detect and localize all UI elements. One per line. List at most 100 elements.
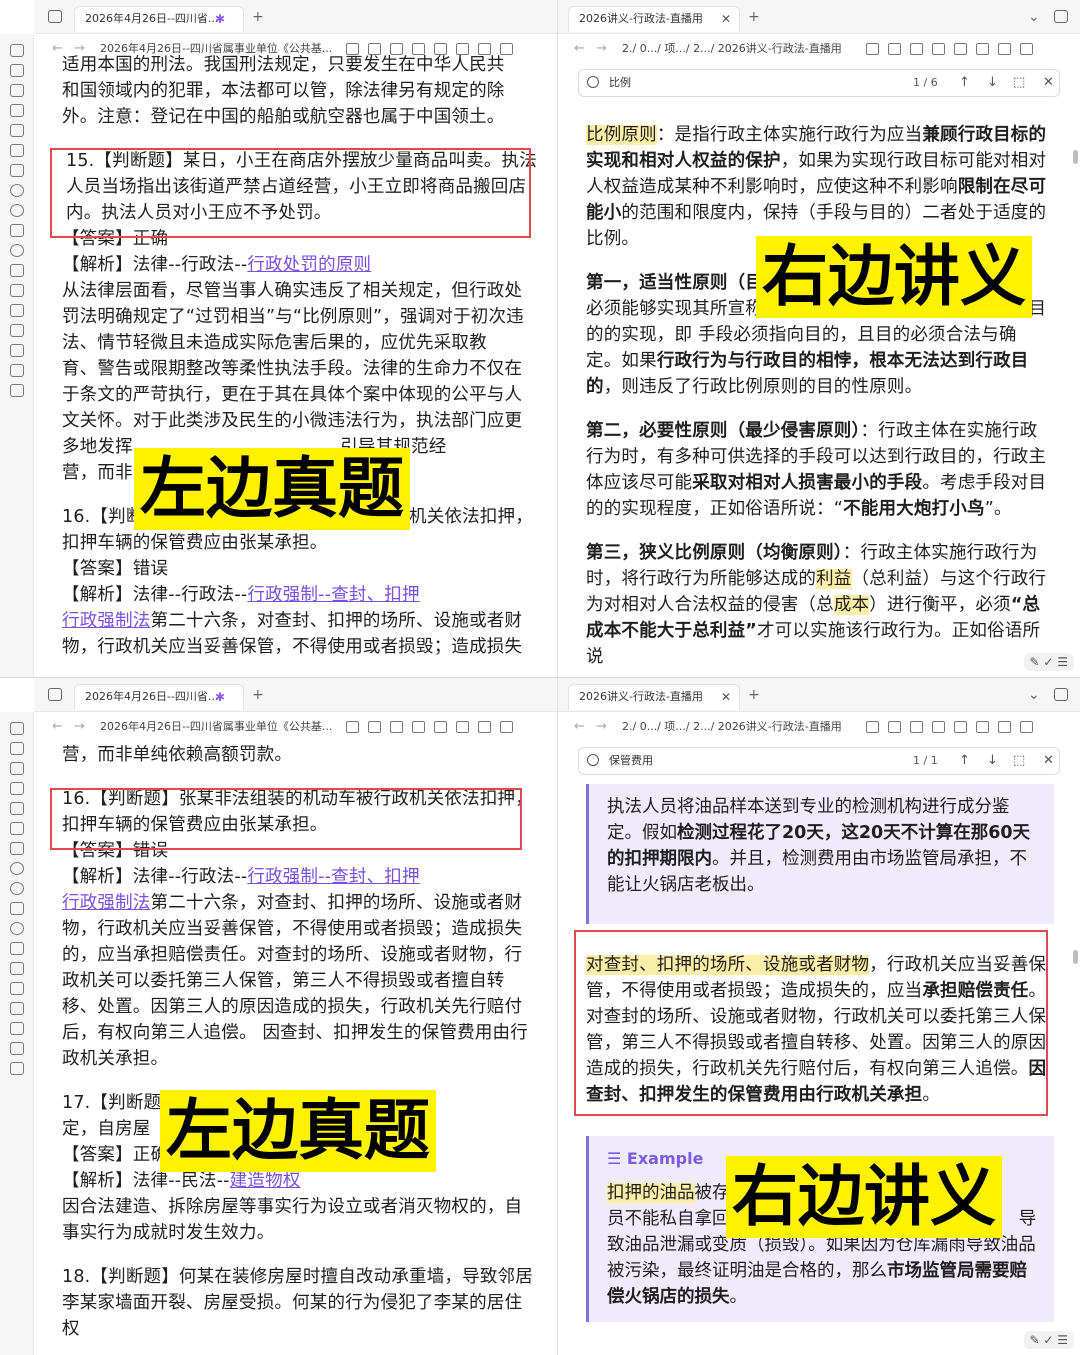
- trash-icon[interactable]: [976, 721, 989, 733]
- screen-icon[interactable]: [390, 721, 403, 733]
- brush-icon[interactable]: [412, 721, 425, 733]
- chevron-down-icon[interactable]: ⌄: [1028, 0, 1040, 34]
- search-input[interactable]: 保管费用: [609, 748, 653, 774]
- search-icon[interactable]: [954, 721, 967, 733]
- copy-icon[interactable]: [9, 144, 24, 157]
- layout-icon[interactable]: [9, 104, 24, 117]
- select-all-icon[interactable]: ⬚: [1013, 748, 1025, 774]
- mute-icon[interactable]: [866, 43, 879, 55]
- prev-match-icon[interactable]: ↑: [959, 748, 970, 774]
- tab-right-doc[interactable]: 2026讲义-行政法-直播用 ✕: [568, 6, 740, 32]
- select-all-icon[interactable]: ⬚: [1013, 70, 1025, 96]
- sidebar-right-icon[interactable]: [1054, 10, 1068, 23]
- map-icon[interactable]: [9, 284, 24, 297]
- tab-left-doc[interactable]: 2026年4月26日--四川省... ✱: [74, 6, 244, 32]
- close-tab-icon[interactable]: ✕: [721, 7, 731, 31]
- file-icon[interactable]: [9, 762, 24, 775]
- columns-icon[interactable]: [478, 721, 491, 733]
- pin-icon[interactable]: ✱: [215, 685, 225, 709]
- chevron-down-icon[interactable]: ⌄: [1028, 678, 1040, 712]
- close-tab-icon[interactable]: ✕: [721, 685, 731, 709]
- robot-icon[interactable]: [9, 1042, 24, 1055]
- robot-icon[interactable]: [9, 364, 24, 377]
- calendar-icon[interactable]: [9, 802, 24, 815]
- sidebar-toggle-icon[interactable]: [48, 688, 62, 701]
- columns-icon[interactable]: [998, 721, 1011, 733]
- analysis-link[interactable]: 建造物权: [230, 1171, 301, 1191]
- back-icon[interactable]: ←: [574, 34, 585, 64]
- back-icon[interactable]: ←: [574, 712, 585, 742]
- pin-icon[interactable]: ✱: [215, 7, 225, 31]
- prev-match-icon[interactable]: ↑: [959, 70, 970, 96]
- terminal-icon[interactable]: [9, 842, 24, 855]
- bot-icon[interactable]: [9, 384, 24, 397]
- edit-status-icons[interactable]: ✎ ✓ ☰: [1023, 653, 1074, 671]
- graph-icon[interactable]: [9, 722, 24, 735]
- edit-status-icons[interactable]: ✎ ✓ ☰: [1023, 1331, 1074, 1349]
- new-tab-icon[interactable]: +: [748, 678, 760, 712]
- breadcrumb[interactable]: 2./ 0.../ 项.../ 2.../ 2026讲义-行政法-直播用: [622, 712, 858, 742]
- grid-icon[interactable]: [9, 742, 24, 755]
- smile-icon[interactable]: [9, 184, 24, 197]
- forward-icon[interactable]: →: [596, 712, 607, 742]
- new-tab-icon[interactable]: +: [252, 0, 264, 34]
- search-icon[interactable]: [434, 721, 447, 733]
- new-tab-icon[interactable]: +: [748, 0, 760, 34]
- bot-icon[interactable]: [9, 1062, 24, 1075]
- analysis-link[interactable]: 行政强制--查封、扣押: [247, 867, 419, 887]
- sidebar-right-icon[interactable]: [1054, 688, 1068, 701]
- law-link[interactable]: 行政强制法: [62, 611, 151, 631]
- smile-icon[interactable]: [9, 862, 24, 875]
- forward-icon[interactable]: →: [74, 712, 85, 742]
- tab-right-doc[interactable]: 2026讲义-行政法-直播用 ✕: [568, 684, 740, 710]
- tab-left-doc[interactable]: 2026年4月26日--四川省... ✱: [74, 684, 244, 710]
- tree-icon[interactable]: [9, 982, 24, 995]
- screen-icon[interactable]: [910, 721, 923, 733]
- analysis-link[interactable]: 行政强制--查封、扣押: [247, 585, 419, 605]
- calendar-icon[interactable]: [9, 124, 24, 137]
- map-icon[interactable]: [9, 962, 24, 975]
- file-icon[interactable]: [9, 84, 24, 97]
- save-icon[interactable]: [888, 721, 901, 733]
- circle-icon[interactable]: [9, 204, 24, 217]
- image2-icon[interactable]: [9, 344, 24, 357]
- settings-icon[interactable]: [9, 324, 24, 337]
- grid-icon[interactable]: [9, 64, 24, 77]
- columns-icon[interactable]: [998, 43, 1011, 55]
- image-icon[interactable]: [9, 224, 24, 237]
- tree-icon[interactable]: [9, 304, 24, 317]
- eye-icon[interactable]: [9, 244, 24, 257]
- circle-icon[interactable]: [9, 882, 24, 895]
- breadcrumb[interactable]: 2./ 0.../ 项.../ 2.../ 2026讲义-行政法-直播用: [622, 34, 858, 64]
- close-search-icon[interactable]: ✕: [1043, 70, 1054, 96]
- new-tab-icon[interactable]: +: [252, 678, 264, 712]
- book-icon[interactable]: [1020, 43, 1033, 55]
- book-icon[interactable]: [1020, 721, 1033, 733]
- image2-icon[interactable]: [9, 1022, 24, 1035]
- graph-icon[interactable]: [9, 44, 24, 57]
- close-search-icon[interactable]: ✕: [1043, 748, 1054, 774]
- brush-icon[interactable]: [932, 721, 945, 733]
- save-icon[interactable]: [888, 43, 901, 55]
- scrollbar[interactable]: [1073, 150, 1078, 164]
- trash-icon[interactable]: [456, 721, 469, 733]
- forward-icon[interactable]: →: [596, 34, 607, 64]
- mute-icon[interactable]: [866, 721, 879, 733]
- export-icon[interactable]: [9, 942, 24, 955]
- back-icon[interactable]: ←: [52, 712, 63, 742]
- next-match-icon[interactable]: ↓: [987, 70, 998, 96]
- law-link[interactable]: 行政强制法: [62, 893, 151, 913]
- sidebar-toggle-icon[interactable]: [48, 10, 62, 23]
- brush-icon[interactable]: [932, 43, 945, 55]
- trash-icon[interactable]: [976, 43, 989, 55]
- search-input[interactable]: 比例: [609, 70, 631, 96]
- copy-icon[interactable]: [9, 822, 24, 835]
- save-icon[interactable]: [368, 721, 381, 733]
- settings-icon[interactable]: [9, 1002, 24, 1015]
- mute-icon[interactable]: [346, 721, 359, 733]
- terminal-icon[interactable]: [9, 164, 24, 177]
- eye-icon[interactable]: [9, 922, 24, 935]
- book-icon[interactable]: [500, 721, 513, 733]
- analysis-link[interactable]: 行政处罚的原则: [247, 255, 371, 275]
- image-icon[interactable]: [9, 902, 24, 915]
